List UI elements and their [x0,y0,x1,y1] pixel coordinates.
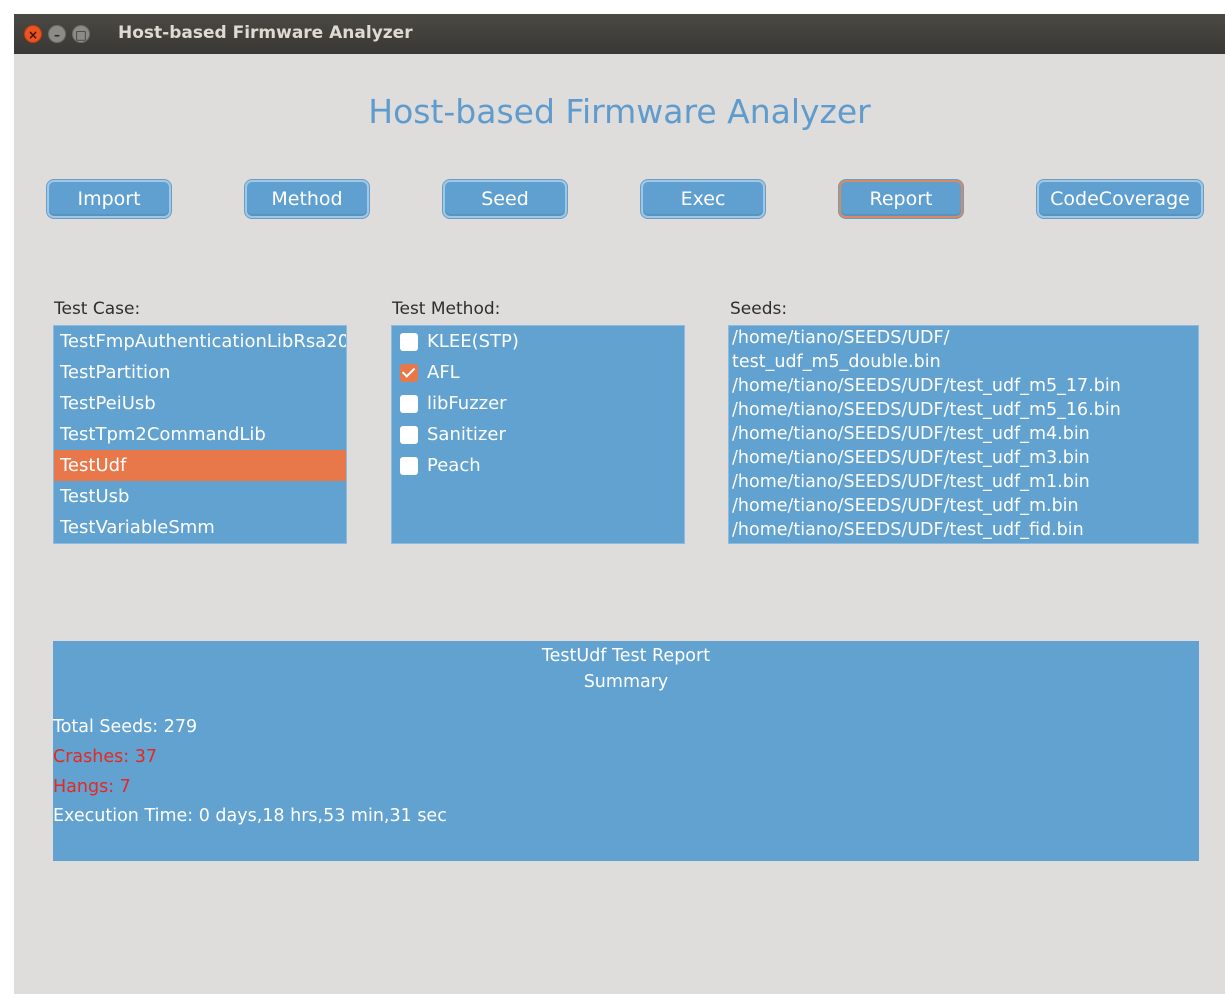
seed-item[interactable]: /home/tiano/SEEDS/UDF/test_udf_m1.bin [729,470,1198,494]
codecoverage-button[interactable]: CodeCoverage [1037,180,1203,218]
checkbox-checked-icon[interactable] [400,363,418,382]
seed-item[interactable]: /home/tiano/SEEDS/UDF/test_udf_fid.bin [729,518,1198,542]
test-case-item[interactable]: TestFmpAuthenticationLibRsa2048Sha256 [54,326,346,357]
checkbox-unchecked-icon[interactable] [400,425,418,444]
total-seeds-text: Total Seeds: 279 [53,717,198,737]
close-window-icon[interactable]: × [24,25,42,43]
maximize-window-icon[interactable]: □ [72,25,90,43]
seed-item[interactable]: /home/tiano/SEEDS/UDF/test_udf_m3.bin [729,446,1198,470]
checkbox-unchecked-icon[interactable] [400,394,418,413]
test-case-item[interactable]: TestPartition [54,357,346,388]
test-case-item[interactable]: TestUsb [54,481,346,512]
test-method-label-text: Peach [427,455,481,476]
report-title: TestUdf Test Report [541,646,711,666]
title-bar[interactable]: × – □ Host-based Firmware Analyzer [14,14,1225,54]
test-method-list[interactable]: KLEE(STP) AFL libFuzzer Sanitizer Peach [391,325,685,544]
test-case-label: Test Case: [54,299,141,319]
test-method-label-text: KLEE(STP) [427,331,519,352]
page-title: Host-based Firmware Analyzer [368,92,871,131]
seed-item[interactable]: /home/tiano/SEEDS/UDF/test_udf_m4.bin [729,422,1198,446]
test-method-label: Test Method: [392,299,501,319]
test-case-item[interactable]: TestPeiUsb [54,388,346,419]
method-button[interactable]: Method [245,180,369,218]
test-method-item[interactable]: libFuzzer [392,388,684,419]
test-method-label-text: Sanitizer [427,424,506,445]
execution-time-text: Execution Time: 0 days,18 hrs,53 min,31 … [53,806,447,826]
seed-item[interactable]: /home/tiano/SEEDS/UDF/test_udf_m5_17.bin [729,374,1198,398]
app-window: × – □ Host-based Firmware Analyzer Host-… [14,14,1225,994]
crashes-text: Crashes: 37 [53,747,157,767]
minimize-window-icon[interactable]: – [48,25,66,43]
test-report-panel: TestUdf Test Report Summary Total Seeds:… [53,641,1199,861]
test-method-item[interactable]: KLEE(STP) [392,326,684,357]
hangs-text: Hangs: 7 [53,777,131,797]
report-subtitle: Summary [583,672,669,692]
test-case-item[interactable]: TestUdf [54,450,346,481]
seed-item[interactable]: /home/tiano/SEEDS/UDF/ [729,326,1198,350]
test-method-item[interactable]: Peach [392,450,684,481]
test-case-list[interactable]: TestFmpAuthenticationLibRsa2048Sha256Tes… [53,325,347,544]
test-method-item[interactable]: AFL [392,357,684,388]
test-case-item[interactable]: TestVariableSmm [54,512,346,543]
import-button[interactable]: Import [47,180,171,218]
seeds-list[interactable]: /home/tiano/SEEDS/UDF/test_udf_m5_double… [728,325,1199,544]
test-method-label-text: libFuzzer [427,393,507,414]
checkbox-unchecked-icon[interactable] [400,456,418,475]
seeds-label: Seeds: [730,299,788,319]
checkbox-unchecked-icon[interactable] [400,332,418,351]
test-case-item[interactable]: TestTpm2CommandLib [54,419,346,450]
seed-item[interactable]: test_udf_m5_double.bin [729,350,1198,374]
seed-button[interactable]: Seed [443,180,567,218]
test-method-item[interactable]: Sanitizer [392,419,684,450]
exec-button[interactable]: Exec [641,180,765,218]
test-method-label-text: AFL [427,362,460,383]
window-title: Host-based Firmware Analyzer [118,23,413,43]
seed-item[interactable]: /home/tiano/SEEDS/UDF/test_udf_m5_16.bin [729,398,1198,422]
seed-item[interactable]: /home/tiano/SEEDS/UDF/test_udf_m.bin [729,494,1198,518]
report-button[interactable]: Report [839,180,963,218]
